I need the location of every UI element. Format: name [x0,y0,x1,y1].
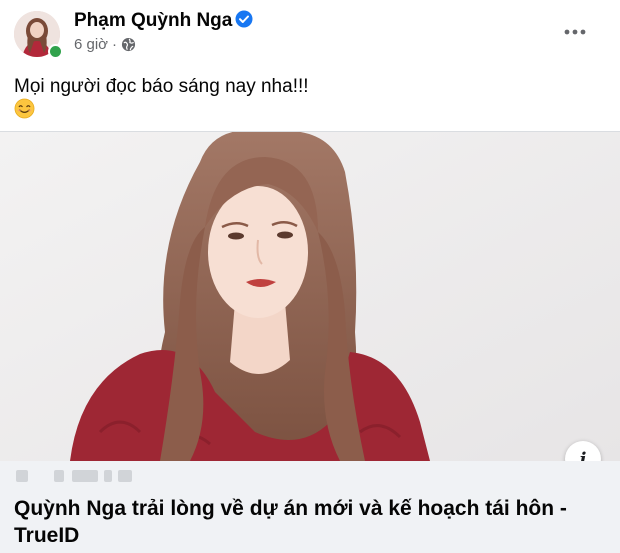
author-name[interactable]: Phạm Quỳnh Nga [74,10,232,32]
smiling-face-emoji-icon [14,98,35,119]
online-status-indicator [48,44,63,59]
link-preview-card[interactable]: i Quỳnh Nga trải lòng về dự án mới và kế… [0,131,620,553]
link-title[interactable]: Quỳnh Nga trải lòng về dự án mới và kế h… [14,495,604,549]
post-options-button[interactable] [558,18,592,46]
blurred-source-domain [16,470,134,484]
preview-image[interactable] [0,132,620,461]
verified-badge-icon [235,10,253,28]
post-header: Phạm Quỳnh Nga 6 giờ · [0,0,620,66]
post-message: Mọi người đọc báo sáng nay nha!!! [14,76,309,97]
more-horizontal-icon [564,29,586,35]
globe-icon [121,37,136,52]
preview-footer[interactable]: Quỳnh Nga trải lòng về dự án mới và kế h… [0,461,620,553]
post-meta: 6 giờ · [74,36,136,53]
meta-separator: · [112,36,118,53]
post-time[interactable]: 6 giờ [74,36,108,53]
